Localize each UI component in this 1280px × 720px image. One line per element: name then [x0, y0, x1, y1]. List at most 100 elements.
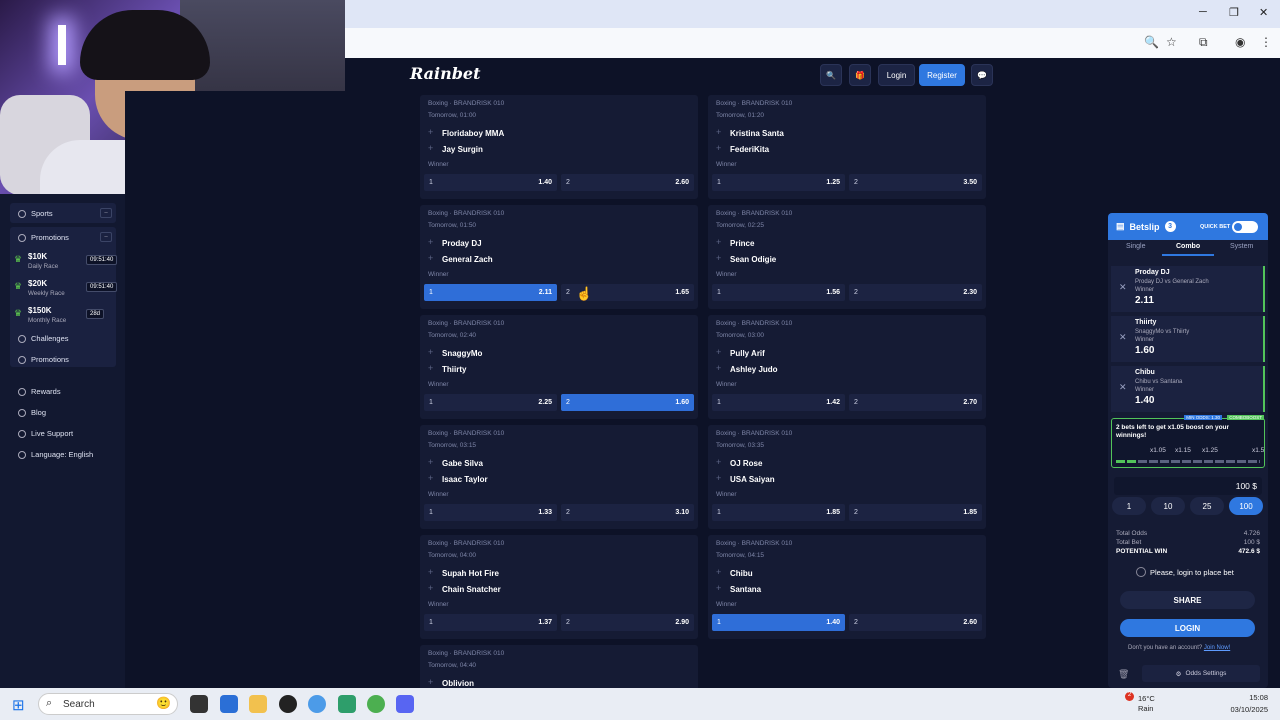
- home-team[interactable]: Prince: [730, 239, 754, 248]
- home-team[interactable]: Oblivion: [442, 679, 474, 688]
- betslip-login-button[interactable]: LOGIN: [1120, 619, 1255, 637]
- odds-button-away[interactable]: 2 2.90: [561, 614, 694, 631]
- rewards-link[interactable]: Rewards: [18, 387, 61, 396]
- tab-single[interactable]: Single: [1126, 243, 1145, 250]
- odds-button-away[interactable]: 2 1.60: [561, 394, 694, 411]
- odds-button-home[interactable]: 1 1.37: [424, 614, 557, 631]
- odds-button-home[interactable]: 1 2.25: [424, 394, 557, 411]
- odds-button-home[interactable]: 1 1.40: [424, 174, 557, 191]
- stake-chip-10[interactable]: 10: [1151, 497, 1185, 515]
- favourite-icon[interactable]: +: [716, 567, 721, 577]
- odds-button-home[interactable]: 1 1.42: [712, 394, 845, 411]
- home-team[interactable]: Proday DJ: [442, 239, 482, 248]
- favourite-icon[interactable]: +: [428, 457, 433, 467]
- favourite-icon[interactable]: +: [428, 143, 433, 153]
- favourite-icon[interactable]: +: [716, 583, 721, 593]
- weekly-race[interactable]: ♛ $20K Weekly Race 09:51:40: [14, 279, 118, 297]
- menu-icon[interactable]: ⋮: [1260, 35, 1272, 49]
- odds-button-home[interactable]: 1 1.33: [424, 504, 557, 521]
- match-card[interactable]: Boxing · BRANDRISK 010 Tomorrow, 04:15 +…: [708, 535, 986, 639]
- favourite-icon[interactable]: +: [716, 363, 721, 373]
- share-button[interactable]: SHARE: [1120, 591, 1255, 609]
- home-team[interactable]: Supah Hot Fire: [442, 569, 499, 578]
- match-card[interactable]: Boxing · BRANDRISK 010 Tomorrow, 02:40 +…: [420, 315, 698, 419]
- favourite-icon[interactable]: +: [428, 583, 433, 593]
- stake-input[interactable]: 100 $: [1114, 477, 1262, 495]
- betslip-header[interactable]: ▤ Betslip 3 QUICK BET: [1108, 213, 1268, 240]
- chrome-profile-icon[interactable]: [308, 695, 326, 713]
- promotions-label[interactable]: Promotions: [31, 233, 69, 242]
- close-icon[interactable]: ✕: [1259, 6, 1268, 19]
- odds-button-away[interactable]: 2 2.30: [849, 284, 982, 301]
- sports-expand-button[interactable]: –: [100, 208, 112, 218]
- monthly-race[interactable]: ♛ $150K Monthly Race 28d: [14, 306, 105, 324]
- away-team[interactable]: Chain Snatcher: [442, 585, 501, 594]
- home-team[interactable]: Gabe Silva: [442, 459, 483, 468]
- match-card[interactable]: Boxing · BRANDRISK 010 Tomorrow, 03:00 +…: [708, 315, 986, 419]
- away-team[interactable]: USA Saiyan: [730, 475, 775, 484]
- extensions-icon[interactable]: ⧉: [1199, 35, 1208, 50]
- remove-bet-icon[interactable]: ✕: [1119, 332, 1127, 343]
- file-explorer-icon[interactable]: [249, 695, 267, 713]
- odds-button-home[interactable]: 1 1.85: [712, 504, 845, 521]
- gift-button[interactable]: 🎁: [849, 64, 871, 86]
- favourite-icon[interactable]: +: [428, 127, 433, 137]
- favourite-icon[interactable]: +: [428, 363, 433, 373]
- favourite-icon[interactable]: +: [428, 237, 433, 247]
- away-team[interactable]: Santana: [730, 585, 761, 594]
- odds-button-away[interactable]: 2 3.10: [561, 504, 694, 521]
- home-team[interactable]: Pully Arif: [730, 349, 765, 358]
- match-card[interactable]: Boxing · BRANDRISK 010 Tomorrow, 01:20 +…: [708, 95, 986, 199]
- challenges-link[interactable]: Challenges: [18, 334, 69, 343]
- odds-button-home[interactable]: 1 1.40: [712, 614, 845, 631]
- stake-chip-1[interactable]: 1: [1112, 497, 1146, 515]
- match-card[interactable]: Boxing · BRANDRISK 010 Tomorrow, 04:00 +…: [420, 535, 698, 639]
- sports-section[interactable]: Sports –: [10, 203, 116, 223]
- home-team[interactable]: Kristina Santa: [730, 129, 784, 138]
- windows-start-icon[interactable]: ⊞: [12, 696, 25, 714]
- odds-button-home[interactable]: 1 1.25: [712, 174, 845, 191]
- match-card[interactable]: Boxing · BRANDRISK 010 Tomorrow, 02:25 +…: [708, 205, 986, 309]
- odds-settings-button[interactable]: ⚙ Odds Settings: [1142, 665, 1260, 682]
- restore-icon[interactable]: ❐: [1229, 6, 1239, 19]
- search-button[interactable]: 🔍: [820, 64, 842, 86]
- chat-button[interactable]: 💬: [971, 64, 993, 86]
- promotions-link[interactable]: Promotions: [18, 355, 69, 364]
- odds-button-away[interactable]: 2 2.70: [849, 394, 982, 411]
- odds-button-home[interactable]: 1 2.11: [424, 284, 557, 301]
- favourite-icon[interactable]: +: [428, 473, 433, 483]
- remove-bet-icon[interactable]: ✕: [1119, 282, 1127, 293]
- odds-button-home[interactable]: 1 1.56: [712, 284, 845, 301]
- favourite-icon[interactable]: +: [716, 127, 721, 137]
- favourite-icon[interactable]: +: [716, 473, 721, 483]
- favourite-icon[interactable]: +: [716, 347, 721, 357]
- clock[interactable]: 15:08 03/10/2025: [1220, 693, 1268, 714]
- language-selector[interactable]: Language: English: [18, 450, 93, 459]
- stake-chip-25[interactable]: 25: [1190, 497, 1224, 515]
- stake-chip-100[interactable]: 100: [1229, 497, 1263, 515]
- away-team[interactable]: Jay Surgin: [442, 145, 483, 154]
- discord-icon[interactable]: [396, 695, 414, 713]
- match-card[interactable]: Boxing · BRANDRISK 010 Tomorrow, 01:00 +…: [420, 95, 698, 199]
- favourite-icon[interactable]: +: [716, 457, 721, 467]
- away-team[interactable]: Thiirty: [442, 365, 466, 374]
- tab-system[interactable]: System: [1230, 243, 1253, 250]
- chrome-icon[interactable]: [367, 695, 385, 713]
- away-team[interactable]: Sean Odigie: [730, 255, 776, 264]
- promotions-collapse-button[interactable]: –: [100, 232, 112, 242]
- home-team[interactable]: Chibu: [730, 569, 753, 578]
- match-card[interactable]: Boxing · BRANDRISK 010 Tomorrow, 04:40 +…: [420, 645, 698, 688]
- match-card[interactable]: Boxing · BRANDRISK 010 Tomorrow, 01:50 +…: [420, 205, 698, 309]
- spreadsheet-icon[interactable]: [338, 695, 356, 713]
- favourite-icon[interactable]: +: [428, 253, 433, 263]
- away-team[interactable]: FederiKita: [730, 145, 769, 154]
- match-card[interactable]: Boxing · BRANDRISK 010 Tomorrow, 03:15 +…: [420, 425, 698, 529]
- odds-button-away[interactable]: 2 1.85: [849, 504, 982, 521]
- favourite-icon[interactable]: +: [428, 677, 433, 687]
- home-team[interactable]: SnaggyMo: [442, 349, 482, 358]
- away-team[interactable]: Isaac Taylor: [442, 475, 488, 484]
- zoom-icon[interactable]: 🔍: [1144, 35, 1159, 49]
- favourite-icon[interactable]: +: [428, 347, 433, 357]
- daily-race[interactable]: ♛ $10K Daily Race 09:51:40: [14, 252, 118, 270]
- home-team[interactable]: Floridaboy MMA: [442, 129, 504, 138]
